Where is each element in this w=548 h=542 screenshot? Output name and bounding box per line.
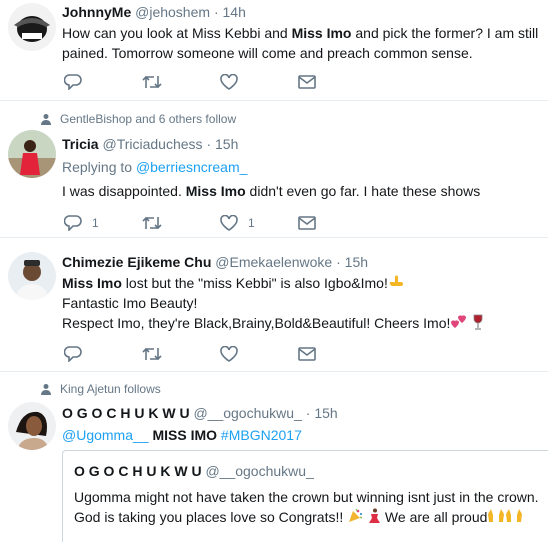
tweet-text: I was disappointed. Miss Imo didn't even… [62, 181, 542, 201]
timestamp[interactable]: 14h [223, 4, 246, 20]
retweet-button[interactable] [142, 213, 162, 233]
bold-text: Miss Imo [185, 183, 246, 199]
text-segment: I was disappointed. [62, 183, 186, 199]
text-segment: lost but the "miss Kebbi" is also Igbo&I… [121, 275, 388, 291]
timestamp[interactable]: 15h [215, 136, 238, 152]
quoted-text: Ugomma might not have taken the crown bu… [74, 487, 544, 527]
two-hearts-icon [451, 315, 467, 328]
reply-icon [64, 215, 82, 231]
reply-icon [64, 346, 82, 362]
user-handle[interactable]: @jehoshem [135, 4, 210, 20]
user-handle[interactable]: @Emekaelenwoke [215, 254, 332, 270]
person-icon [41, 114, 51, 125]
quoted-display-name: O G O C H U K W U [74, 463, 202, 479]
reply-count: 1 [92, 216, 99, 230]
quoted-tweet[interactable]: O G O C H U K W U @__ogochukwu_ Ugomma m… [62, 450, 548, 542]
like-count: 1 [248, 216, 255, 230]
hashtag-link[interactable]: #MBGN2017 [221, 427, 302, 443]
timestamp[interactable]: 15h [345, 254, 368, 270]
display-name[interactable]: Chimezie Ejikeme Chu [62, 254, 211, 270]
text-segment: Respect Imo, they're Black,Brainy,Bold&B… [62, 315, 451, 331]
tweet-tricia[interactable]: GentleBishop and 6 others follow Tricia … [0, 101, 548, 238]
text-line: Miss Imo lost but the "miss Kebbi" is al… [62, 273, 542, 293]
reply-button[interactable] [64, 72, 82, 92]
dancer-icon [369, 508, 381, 523]
user-handle[interactable]: @__ogochukwu_ [193, 405, 301, 421]
bold-text: MISS IMO [152, 427, 218, 443]
reply-button[interactable] [64, 344, 82, 364]
replying-to: Replying to @berriesncream_ [62, 157, 542, 177]
tweet-text: Miss Imo lost but the "miss Kebbi" is al… [62, 273, 542, 333]
user-handle[interactable]: @Triciaduchess [102, 136, 202, 152]
retweet-icon [142, 75, 162, 89]
replying-to-label: Replying to [62, 159, 136, 175]
retweet-icon [142, 347, 162, 361]
timestamp[interactable]: 15h [314, 405, 337, 421]
envelope-icon [298, 347, 316, 361]
tweet-ogochukwu[interactable]: King Ajetun follows O G O C H U K W U @_… [0, 372, 548, 542]
social-context: King Ajetun follows [40, 382, 161, 396]
raised-hands-icon [488, 509, 505, 522]
retweet-button[interactable] [142, 72, 162, 92]
text-line: Ugomma might not have taken the crown bu… [74, 489, 539, 505]
envelope-icon [298, 75, 316, 89]
text-segment: didn't even go far. I hate these shows [245, 183, 481, 199]
quoted-user-handle: @__ogochukwu_ [205, 463, 314, 479]
reply-button[interactable]: 1 [64, 213, 99, 233]
text-segment: How can you look at Miss Kebbi and [62, 25, 292, 41]
separator-dot: · [206, 136, 212, 152]
separator-dot: · [336, 254, 341, 270]
text-line: God is taking you places love so Congrat… [74, 507, 544, 527]
reply-icon [64, 74, 82, 90]
like-button[interactable] [220, 72, 238, 92]
pointing-hand-icon [389, 275, 403, 287]
timeline: JohnnyMe @jehoshem · 14h How can you loo… [0, 0, 548, 542]
tweet-chimezie[interactable]: Chimezie Ejikeme Chu @Emekaelenwoke · 15… [0, 238, 548, 372]
dm-button[interactable] [298, 72, 316, 92]
like-button[interactable] [220, 344, 238, 364]
dm-button[interactable] [298, 213, 316, 233]
social-context-text[interactable]: King Ajetun follows [60, 382, 161, 396]
display-name[interactable]: JohnnyMe [62, 4, 131, 20]
social-context: GentleBishop and 6 others follow [40, 112, 236, 126]
tweet-johnnyme[interactable]: JohnnyMe @jehoshem · 14h How can you loo… [0, 0, 548, 101]
text-segment: God is taking you places love so Congrat… [74, 509, 348, 525]
tweet-text: How can you look at Miss Kebbi and Miss … [62, 23, 542, 63]
bold-text: Miss Imo [62, 275, 122, 291]
retweet-button[interactable] [142, 344, 162, 364]
separator-dot: · [305, 405, 311, 421]
separator-dot: · [213, 4, 219, 20]
display-name[interactable]: Tricia [62, 136, 99, 152]
text-line: Fantastic Imo Beauty! [62, 295, 198, 311]
bold-text: Miss Imo [291, 25, 352, 41]
heart-icon [220, 215, 238, 231]
wine-glass-icon [473, 314, 483, 330]
person-icon [41, 384, 51, 395]
reply-mention[interactable]: @berriesncream_ [136, 159, 247, 175]
heart-icon [220, 74, 238, 90]
avatar[interactable] [8, 130, 56, 178]
party-popper-icon [349, 508, 363, 522]
display-name[interactable]: O G O C H U K W U [62, 405, 190, 421]
avatar[interactable] [8, 252, 56, 300]
envelope-icon [298, 216, 316, 230]
tweet-text: @Ugomma__ MISS IMO #MBGN2017 [62, 425, 542, 445]
like-button[interactable]: 1 [220, 213, 255, 233]
text-segment: We are all proud [381, 509, 488, 525]
avatar[interactable] [8, 402, 56, 450]
heart-icon [220, 346, 238, 362]
dm-button[interactable] [298, 344, 316, 364]
social-context-text[interactable]: GentleBishop and 6 others follow [60, 112, 236, 126]
avatar[interactable] [8, 3, 56, 51]
mention-link[interactable]: @Ugomma__ [62, 427, 149, 443]
text-line: Respect Imo, they're Black,Brainy,Bold&B… [62, 313, 542, 333]
retweet-icon [142, 216, 162, 230]
raised-hands-icon [506, 509, 523, 522]
